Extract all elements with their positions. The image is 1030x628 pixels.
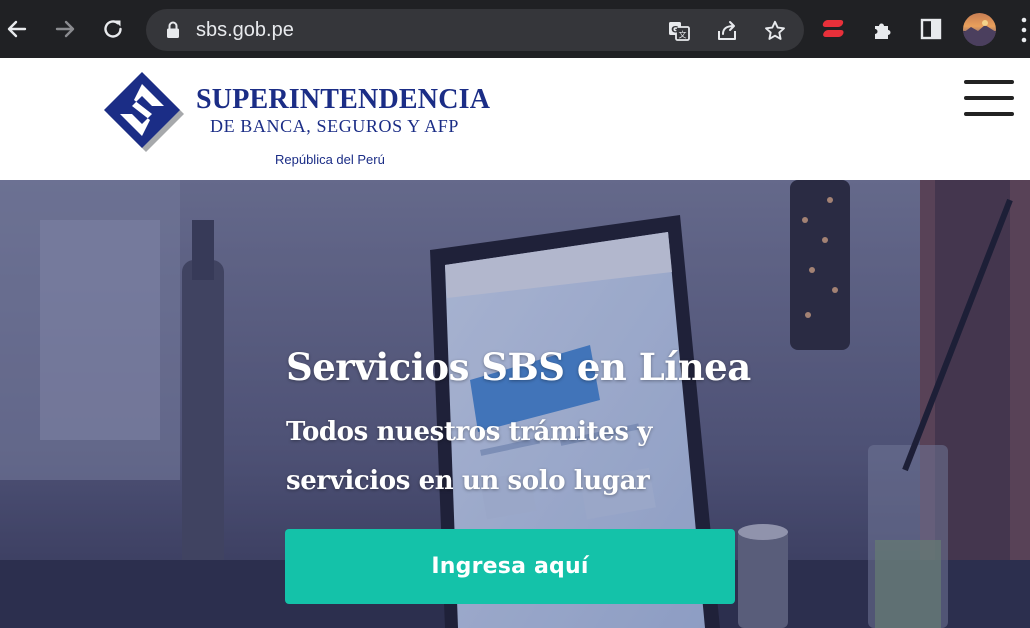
ingresa-button[interactable]: Ingresa aquí — [285, 529, 735, 604]
browser-toolbar: sbs.gob.pe G 文 — [0, 0, 1030, 58]
url-text[interactable]: sbs.gob.pe — [196, 19, 294, 41]
hero-banner: Servicios SBS en Línea Todos nuestros tr… — [0, 180, 1030, 628]
bookmark-button[interactable] — [762, 18, 788, 44]
side-panel-button[interactable] — [916, 14, 946, 44]
hamburger-icon-bar — [964, 112, 1014, 116]
lock-icon — [167, 21, 179, 38]
hamburger-icon — [964, 80, 1014, 84]
puzzle-icon — [875, 23, 891, 39]
avatar[interactable] — [963, 13, 996, 46]
hero-subtitle: Todos nuestros trámites y servicios en u… — [286, 417, 652, 496]
hero-title: Servicios SBS en Línea — [286, 345, 751, 389]
hamburger-menu-button[interactable] — [964, 80, 1014, 116]
svg-text:文: 文 — [679, 30, 687, 40]
sbs-logo-icon[interactable] — [102, 70, 186, 156]
extensions-button[interactable] — [868, 14, 898, 44]
arrow-left-icon — [7, 20, 27, 38]
kebab-menu-icon[interactable] — [1018, 16, 1030, 44]
logo-country: República del Perú — [275, 152, 385, 167]
extension-button[interactable] — [820, 14, 850, 44]
address-bar[interactable]: sbs.gob.pe G 文 — [146, 9, 804, 51]
logo-subtitle: DE BANCA, SEGUROS Y AFP — [210, 116, 460, 136]
red-extension-icon — [822, 20, 844, 37]
share-button[interactable] — [714, 18, 740, 44]
forward-button[interactable] — [48, 12, 82, 46]
back-button[interactable] — [0, 12, 34, 46]
hamburger-icon-bar — [964, 96, 1014, 100]
side-panel-icon — [920, 18, 942, 40]
profile-photo-icon — [963, 20, 996, 46]
site-header: SUPERINTENDENCIA DE BANCA, SEGUROS Y AFP… — [0, 58, 1030, 180]
logo-title: SUPERINTENDENCIA — [196, 84, 491, 115]
reload-button[interactable] — [96, 12, 130, 46]
arrow-right-icon — [55, 20, 75, 38]
share-icon — [718, 21, 736, 40]
star-icon — [765, 20, 785, 40]
translate-icon: G 文 — [669, 22, 690, 41]
translate-button[interactable]: G 文 — [666, 18, 692, 44]
reload-icon — [104, 20, 122, 38]
